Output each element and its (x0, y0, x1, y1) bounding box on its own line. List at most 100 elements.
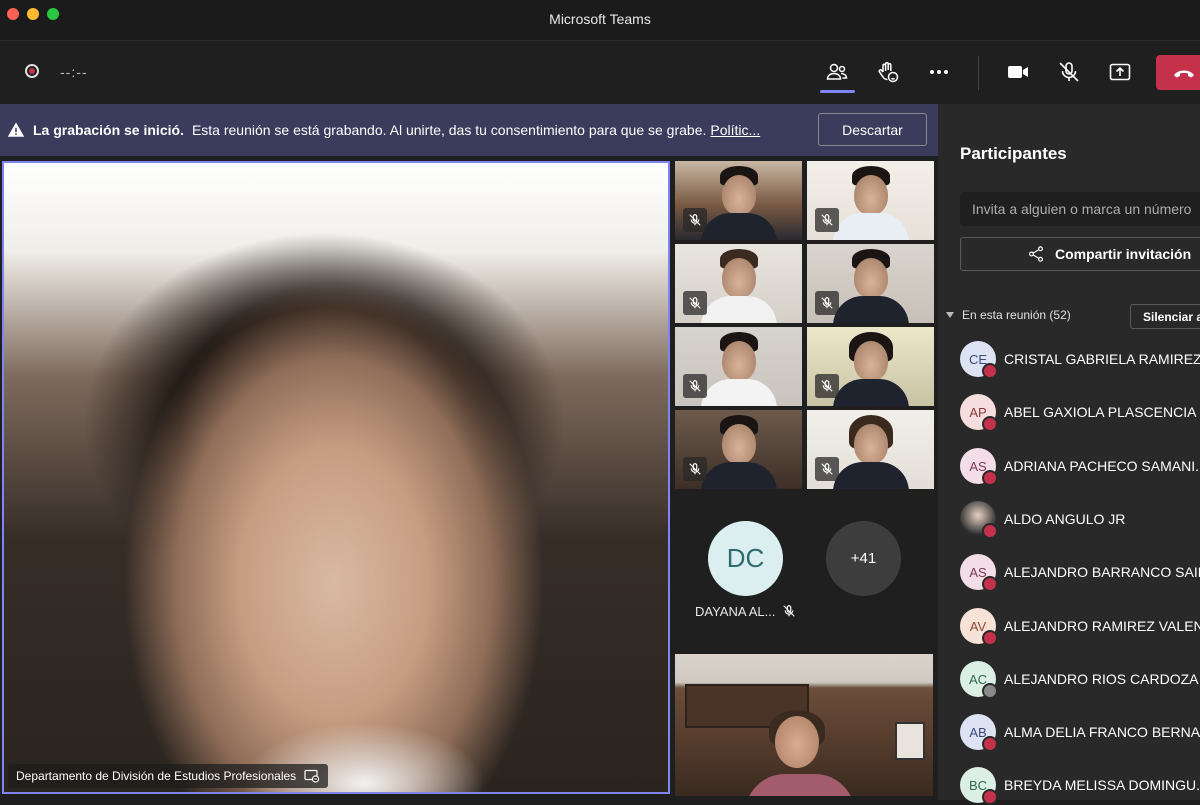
in-meeting-label: En esta reunión (52) (962, 308, 1071, 322)
invite-input[interactable]: Invita a alguien o marca un número (960, 192, 1200, 226)
more-options-icon (930, 70, 948, 74)
mic-off-icon (1059, 62, 1079, 82)
video-person (832, 462, 909, 489)
leave-meeting-button[interactable] (1156, 55, 1200, 90)
share-invite-label: Compartir invitación (1055, 246, 1192, 262)
participant-row[interactable]: AS ADRIANA PACHECO SAMANI... (960, 446, 1200, 486)
video-person (832, 213, 909, 240)
video-person (853, 258, 888, 298)
chevron-down-icon (946, 312, 954, 318)
share-invite-button[interactable]: Compartir invitación (960, 237, 1200, 271)
in-meeting-section-header[interactable]: En esta reunión (52) (946, 308, 1071, 322)
presenter-name-tag: Departamento de División de Estudios Pro… (8, 764, 329, 788)
screen-share-indicator-icon (304, 769, 320, 783)
participant-name: ADRIANA PACHECO SAMANI... (1004, 458, 1200, 474)
participant-name: ABEL GAXIOLA PLASCENCIA (1004, 404, 1197, 420)
muted-mic-icon (683, 457, 707, 481)
privacy-policy-link[interactable]: Polític... (710, 122, 760, 138)
status-badge (982, 736, 998, 752)
participant-row[interactable]: AV ALEJANDRO RAMIREZ VALEN (960, 606, 1200, 646)
participant-row[interactable]: AS ALEJANDRO BARRANCO SAIN (960, 552, 1200, 592)
participant-row[interactable]: ALDO ANGULO JR (960, 499, 1200, 539)
participant-video-tile[interactable] (675, 244, 802, 323)
share-screen-button[interactable] (1103, 56, 1137, 88)
participant-name-dc: DAYANA AL... (695, 604, 776, 619)
panel-title: Participantes (960, 144, 1067, 163)
recording-banner: La grabación se inició. Esta reunión se … (0, 104, 938, 156)
muted-mic-icon (815, 208, 839, 232)
muted-mic-icon (683, 291, 707, 315)
participant-row[interactable]: BC BREYDA MELISSA DOMINGU... (960, 765, 1200, 805)
meeting-timer: --:-- (60, 64, 88, 80)
status-badge (982, 576, 998, 592)
participant-video-tile[interactable] (807, 161, 934, 240)
participant-name: ALEJANDRO RIOS CARDOZA (1004, 671, 1199, 687)
mute-all-button[interactable]: Silenciar a (1130, 304, 1200, 329)
participant-name: ALEJANDRO RAMIREZ VALEN (1004, 618, 1200, 634)
video-person (721, 175, 756, 215)
window-title: Microsoft Teams (549, 11, 651, 27)
mic-off-icon (783, 605, 795, 617)
participant-row[interactable]: AC ALEJANDRO RIOS CARDOZA (960, 659, 1200, 699)
mic-button[interactable] (1052, 56, 1086, 88)
participants-button[interactable] (820, 56, 854, 88)
participant-video-tile[interactable] (675, 327, 802, 406)
participant-row[interactable]: AB ALMA DELIA FRANCO BERNAL (960, 712, 1200, 752)
video-person (700, 462, 777, 489)
muted-mic-icon (683, 374, 707, 398)
participant-row[interactable]: CE CRISTAL GABRIELA RAMIREZ ... (960, 339, 1200, 379)
banner-message: Esta reunión se está grabando. Al unirte… (191, 122, 707, 138)
participant-avatar-dc[interactable]: DC (708, 521, 783, 596)
people-icon (826, 63, 848, 80)
status-badge (982, 363, 998, 379)
participant-video-tile[interactable] (675, 654, 933, 796)
participant-video-tile[interactable] (807, 327, 934, 406)
hang-up-icon (1174, 70, 1194, 77)
muted-mic-icon (683, 208, 707, 232)
status-badge (982, 789, 998, 805)
participant-video-tile[interactable] (675, 410, 802, 489)
presenter-name: Departamento de División de Estudios Pro… (16, 769, 297, 783)
raise-hand-icon (878, 62, 899, 83)
participant-name: ALMA DELIA FRANCO BERNAL (1004, 724, 1200, 740)
participants-active-indicator (820, 90, 855, 93)
more-participants-button[interactable]: +41 (826, 521, 901, 596)
participant-video-tile[interactable] (675, 161, 802, 240)
recording-indicator-icon (25, 64, 39, 78)
dismiss-button[interactable]: Descartar (818, 113, 927, 146)
muted-mic-icon (815, 291, 839, 315)
main-video-feed[interactable] (2, 161, 670, 794)
video-person (832, 379, 909, 406)
muted-mic-icon (815, 457, 839, 481)
video-person (700, 379, 777, 406)
toolbar-divider (978, 56, 979, 90)
share-screen-icon (1109, 63, 1131, 81)
participant-name: CRISTAL GABRIELA RAMIREZ ... (1004, 351, 1200, 367)
video-person (700, 296, 777, 323)
video-person (721, 341, 756, 381)
video-person (853, 341, 888, 381)
muted-mic-icon (815, 374, 839, 398)
video-person (721, 258, 756, 298)
status-badge (982, 630, 998, 646)
raise-hand-button[interactable] (871, 56, 905, 88)
participant-name: BREYDA MELISSA DOMINGU... (1004, 777, 1200, 793)
status-badge (982, 683, 998, 699)
video-person (721, 424, 756, 464)
banner-title: La grabación se inició. (33, 122, 184, 138)
participant-video-tile[interactable] (807, 410, 934, 489)
participant-name: ALEJANDRO BARRANCO SAIN (1004, 564, 1200, 580)
status-badge (982, 416, 998, 432)
camera-button[interactable] (1001, 56, 1035, 88)
share-icon (1029, 246, 1043, 262)
participant-video-tile[interactable] (807, 244, 934, 323)
video-background (895, 722, 925, 760)
more-actions-button[interactable] (922, 56, 956, 88)
video-person (853, 175, 888, 215)
participant-row[interactable]: AP ABEL GAXIOLA PLASCENCIA (960, 392, 1200, 432)
camera-icon (1008, 66, 1028, 78)
title-bar: Microsoft Teams (0, 0, 1200, 41)
video-person (700, 213, 777, 240)
video-person (745, 774, 855, 796)
participant-name: ALDO ANGULO JR (1004, 511, 1126, 527)
